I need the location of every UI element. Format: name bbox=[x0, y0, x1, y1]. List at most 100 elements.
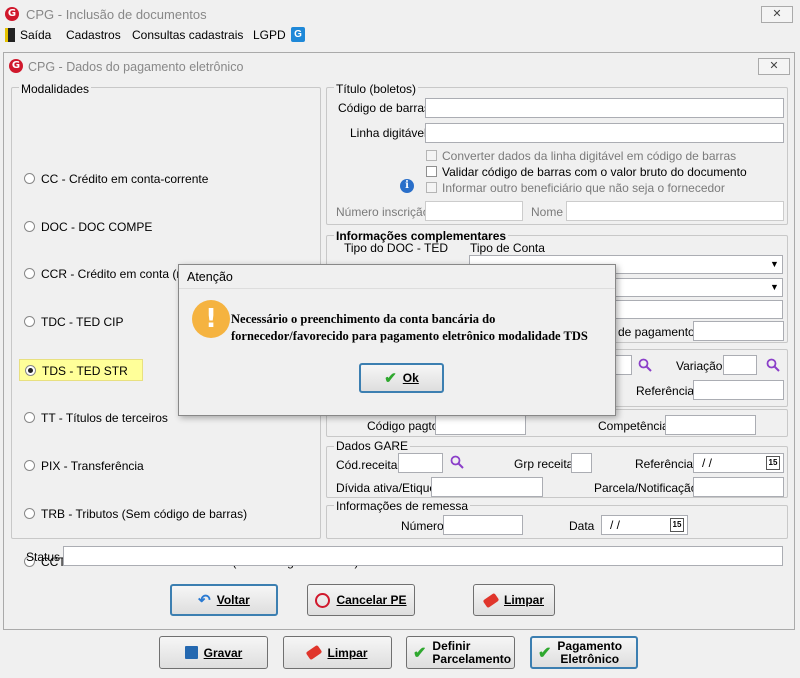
inner-title-bar: G CPG - Dados do pagamento eletrônico ✕ bbox=[4, 53, 794, 79]
info-icon[interactable]: i bbox=[400, 179, 414, 193]
undo-arrow-icon: ↶ bbox=[198, 592, 211, 609]
radio-button[interactable] bbox=[24, 460, 35, 471]
limpar-label: Limpar bbox=[327, 645, 368, 660]
cancelar-label: Cancelar PE bbox=[336, 593, 407, 607]
modalidade-label: TDS - TED STR bbox=[42, 364, 128, 378]
gravar-button[interactable]: Gravar bbox=[159, 636, 268, 669]
status-label: Status bbox=[26, 550, 61, 564]
numero-inscricao-label: Número inscrição bbox=[336, 205, 430, 219]
app-logo-icon: G bbox=[5, 7, 19, 21]
data-label: Data bbox=[569, 519, 595, 533]
voltar-label: Voltar bbox=[216, 593, 250, 607]
menu-cadastros[interactable]: Cadastros bbox=[66, 28, 121, 42]
voltar-button[interactable]: ↶ Voltar bbox=[170, 584, 278, 616]
eraser-icon bbox=[306, 644, 323, 661]
check-icon: ✔ bbox=[538, 644, 552, 662]
alert-message: Necessário o preenchimento da conta banc… bbox=[231, 312, 588, 343]
menu-lgpd[interactable]: LGPD bbox=[253, 28, 286, 42]
codigo-pagto-input[interactable] bbox=[435, 415, 526, 435]
radio-button[interactable] bbox=[24, 412, 35, 423]
menu-consultas-cadastrais[interactable]: Consultas cadastrais bbox=[132, 28, 243, 42]
variacao-label: Variação bbox=[676, 359, 723, 373]
modalidades-title: Modalidades bbox=[19, 82, 92, 96]
alert-title: Atenção bbox=[187, 270, 233, 284]
calendar-icon[interactable]: 15 bbox=[670, 518, 684, 532]
alert-ok-button[interactable]: ✔ Ok bbox=[359, 363, 444, 393]
gare-referencia-label: Referência bbox=[635, 457, 694, 471]
cod-receita-label: Cód.receita bbox=[336, 458, 398, 472]
validar-checkbox[interactable] bbox=[426, 166, 437, 177]
converter-label: Converter dados da linha digitável em có… bbox=[442, 149, 737, 163]
warning-icon: ! bbox=[192, 300, 230, 338]
codigo-barras-label: Código de barras bbox=[338, 101, 431, 115]
alert-dialog: Atenção ! Necessário o preenchimento da … bbox=[178, 264, 616, 416]
limpar-inner-button[interactable]: Limpar bbox=[473, 584, 555, 616]
check-icon: ✔ bbox=[413, 644, 427, 662]
numero-label: Número bbox=[401, 519, 444, 533]
alert-title-bar: Atenção bbox=[179, 265, 615, 289]
search-icon[interactable] bbox=[638, 358, 652, 372]
search-icon[interactable] bbox=[766, 358, 780, 372]
modalidade-label: DOC - DOC COMPE bbox=[41, 220, 153, 234]
pagamento-label: Pagamento Eletrônico bbox=[557, 638, 623, 666]
nome-label: Nome bbox=[531, 205, 564, 219]
inner-logo-icon: G bbox=[9, 59, 23, 73]
calendar-icon[interactable]: 15 bbox=[766, 456, 780, 470]
bank-input[interactable] bbox=[614, 355, 632, 375]
modalidade-label: TT - Títulos de terceiros bbox=[41, 411, 168, 425]
pagamento-eletronico-button[interactable]: ✔ Pagamento Eletrônico bbox=[530, 636, 638, 669]
numero-input[interactable] bbox=[443, 515, 523, 535]
eraser-icon bbox=[482, 592, 500, 608]
cod-receita-input[interactable] bbox=[398, 453, 443, 473]
radio-button[interactable] bbox=[24, 268, 35, 279]
inner-close-button[interactable]: ✕ bbox=[758, 58, 790, 75]
finalidade-label: de pagamento bbox=[618, 325, 695, 339]
definir-label: Definir Parcelamento bbox=[432, 638, 512, 666]
validar-label: Validar código de barras com o valor bru… bbox=[442, 165, 747, 179]
definir-parcelamento-button[interactable]: ✔ Definir Parcelamento bbox=[406, 636, 515, 669]
cancel-icon bbox=[315, 592, 331, 608]
modalidade-label: PIX - Transferência bbox=[41, 459, 144, 473]
numero-inscricao-input[interactable] bbox=[425, 201, 523, 221]
codigo-barras-input[interactable] bbox=[425, 98, 784, 118]
gravar-label: Gravar bbox=[203, 645, 243, 660]
linha-digitavel-input[interactable] bbox=[425, 123, 784, 143]
parcela-label: Parcela/Notificação bbox=[594, 481, 698, 495]
save-disk-icon bbox=[184, 646, 198, 659]
variacao-input[interactable] bbox=[723, 355, 757, 375]
radio-button[interactable] bbox=[24, 173, 35, 184]
nome-input[interactable] bbox=[566, 201, 784, 221]
exit-door-icon bbox=[5, 28, 15, 42]
cancelar-pe-button[interactable]: Cancelar PE bbox=[307, 584, 415, 616]
titulo-title: Título (boletos) bbox=[334, 82, 419, 96]
menu-saida[interactable]: Saída bbox=[20, 28, 51, 42]
check-icon: ✔ bbox=[384, 370, 397, 387]
parcela-input[interactable] bbox=[693, 477, 784, 497]
modalidade-option[interactable]: TDS - TED STR bbox=[19, 359, 143, 381]
finalidade-input[interactable] bbox=[693, 321, 784, 341]
limpar-button[interactable]: Limpar bbox=[283, 636, 392, 669]
inner-window-title: CPG - Dados do pagamento eletrônico bbox=[28, 60, 244, 74]
main-close-button[interactable]: ✕ bbox=[761, 6, 793, 23]
limpar-inner-label: Limpar bbox=[503, 593, 544, 607]
radio-button[interactable] bbox=[24, 508, 35, 519]
converter-checkbox[interactable] bbox=[426, 150, 437, 161]
radio-button[interactable] bbox=[25, 365, 36, 376]
main-title-bar: G CPG - Inclusão de documentos ✕ bbox=[0, 0, 800, 28]
competencia-input[interactable] bbox=[665, 415, 756, 435]
divida-input[interactable] bbox=[431, 477, 543, 497]
radio-button[interactable] bbox=[24, 221, 35, 232]
radio-button[interactable] bbox=[24, 316, 35, 327]
grp-receita-input[interactable] bbox=[571, 453, 592, 473]
modalidade-label: TDC - TED CIP bbox=[41, 315, 124, 329]
status-select[interactable] bbox=[63, 546, 783, 566]
competencia-label: Competência bbox=[598, 419, 669, 433]
referencia-input[interactable] bbox=[693, 380, 784, 400]
main-window-title: CPG - Inclusão de documentos bbox=[26, 7, 207, 22]
search-icon[interactable] bbox=[450, 455, 464, 469]
tipo-doc-ted-label: Tipo do DOC - TED bbox=[344, 241, 449, 255]
modalidade-label: CC - Crédito em conta-corrente bbox=[41, 172, 209, 186]
modalidade-label: TRB - Tributos (Sem código de barras) bbox=[41, 507, 248, 521]
informar-checkbox[interactable] bbox=[426, 182, 437, 193]
lgpd-g-icon[interactable]: G bbox=[291, 27, 305, 42]
